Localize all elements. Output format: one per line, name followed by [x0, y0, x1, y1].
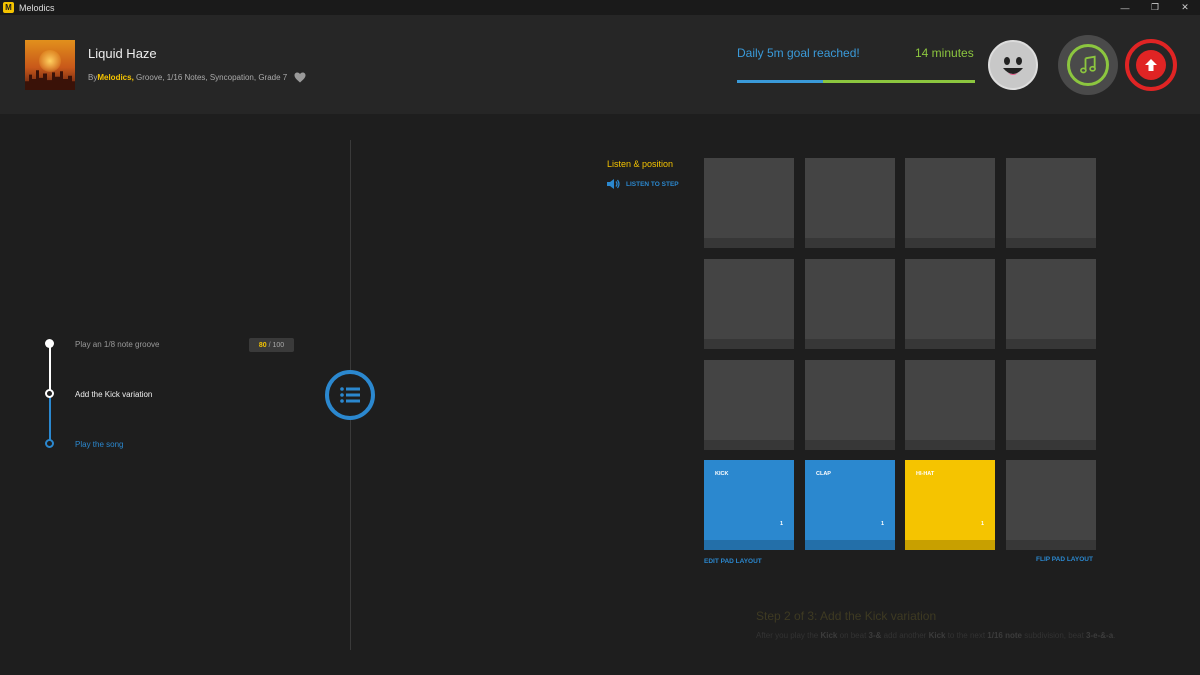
step-1-score: 80	[258, 341, 267, 349]
author-link[interactable]: Melodics,	[97, 73, 133, 82]
pad-r4-c4[interactable]	[1006, 460, 1096, 550]
pad-r2-c4[interactable]	[1006, 259, 1096, 349]
music-mode-button[interactable]	[1058, 35, 1118, 95]
pad-kick-number: 1	[779, 521, 783, 527]
pad-r2-c3[interactable]	[905, 259, 995, 349]
title-bar: M Melodics — ❐ ✕	[0, 0, 1200, 15]
speaker-icon	[607, 179, 620, 189]
timeline-line-completed	[49, 344, 51, 394]
pad-r3-c4[interactable]	[1006, 360, 1096, 450]
step-3-label[interactable]: Play the song	[75, 440, 123, 449]
pad-r3-c3[interactable]	[905, 360, 995, 450]
pad-hihat-label: HI-HAT	[916, 471, 935, 477]
step-1-marker	[45, 339, 54, 348]
exit-lesson-button[interactable]	[1125, 39, 1177, 91]
listen-position-title: Listen & position	[607, 159, 674, 169]
flip-pad-layout-link[interactable]: FLIP PAD LAYOUT	[1036, 556, 1093, 563]
window-controls: — ❐ ✕	[1110, 0, 1200, 15]
step-1-score-badge: 80 / 100	[249, 338, 294, 352]
step-3-marker	[45, 439, 54, 448]
pad-r1-c4[interactable]	[1006, 158, 1096, 248]
step-1-label[interactable]: Play an 1/8 note groove	[75, 340, 160, 349]
melodics-app-icon: M	[3, 2, 14, 13]
restore-button[interactable]: ❐	[1140, 0, 1170, 15]
goal-progress-fill	[737, 80, 823, 83]
listen-to-step-label: LISTEN TO STEP	[626, 180, 679, 188]
pad-r2-c2[interactable]	[805, 259, 895, 349]
heart-icon[interactable]	[294, 72, 306, 83]
step-list-button[interactable]	[325, 370, 375, 420]
music-note-icon	[1080, 55, 1096, 74]
timeline-line-upcoming	[49, 394, 51, 444]
pad-r3-c1[interactable]	[704, 360, 794, 450]
song-meta: By Melodics, Groove, 1/16 Notes, Syncopa…	[88, 72, 306, 83]
pad-r1-c2[interactable]	[805, 158, 895, 248]
minimize-button[interactable]: —	[1110, 0, 1140, 15]
song-tags: Groove, 1/16 Notes, Syncopation, Grade 7	[136, 73, 288, 82]
by-label: By	[88, 73, 98, 82]
close-button[interactable]: ✕	[1170, 0, 1200, 15]
step-instruction-text: After you play the Kick on beat 3-& add …	[756, 631, 1116, 640]
pad-clap[interactable]: CLAP 1	[805, 460, 895, 550]
listen-to-step-button[interactable]: LISTEN TO STEP	[606, 178, 679, 190]
song-title: Liquid Haze	[88, 46, 157, 61]
pad-r2-c1[interactable]	[704, 259, 794, 349]
pad-hihat[interactable]: HI-HAT 1	[905, 460, 995, 550]
step-instruction-title: Step 2 of 3: Add the Kick variation	[756, 609, 937, 623]
pad-kick[interactable]: KICK 1	[704, 460, 794, 550]
pad-kick-label: KICK	[715, 471, 729, 477]
window-title: Melodics	[19, 2, 55, 13]
album-cover	[25, 40, 75, 90]
pad-r3-c2[interactable]	[805, 360, 895, 450]
daily-goal-text: Daily 5m goal reached!	[737, 46, 860, 60]
pad-r1-c3[interactable]	[905, 158, 995, 248]
list-icon	[340, 387, 360, 403]
goal-progress-bar	[737, 80, 975, 83]
lesson-header: Liquid Haze By Melodics, Groove, 1/16 No…	[0, 15, 1200, 114]
step-2-label[interactable]: Add the Kick variation	[75, 390, 152, 399]
avatar[interactable]	[988, 40, 1038, 90]
smiley-face-icon	[1003, 57, 1023, 75]
step-2-marker	[45, 389, 54, 398]
arrow-up-icon	[1145, 59, 1157, 71]
pad-clap-label: CLAP	[816, 471, 831, 477]
pad-hihat-number: 1	[980, 521, 984, 527]
pad-clap-number: 1	[880, 521, 884, 527]
edit-pad-layout-link[interactable]: EDIT PAD LAYOUT	[704, 558, 762, 565]
pad-r1-c1[interactable]	[704, 158, 794, 248]
practice-minutes: 14 minutes	[915, 46, 974, 60]
step-1-score-total: / 100	[268, 341, 285, 349]
